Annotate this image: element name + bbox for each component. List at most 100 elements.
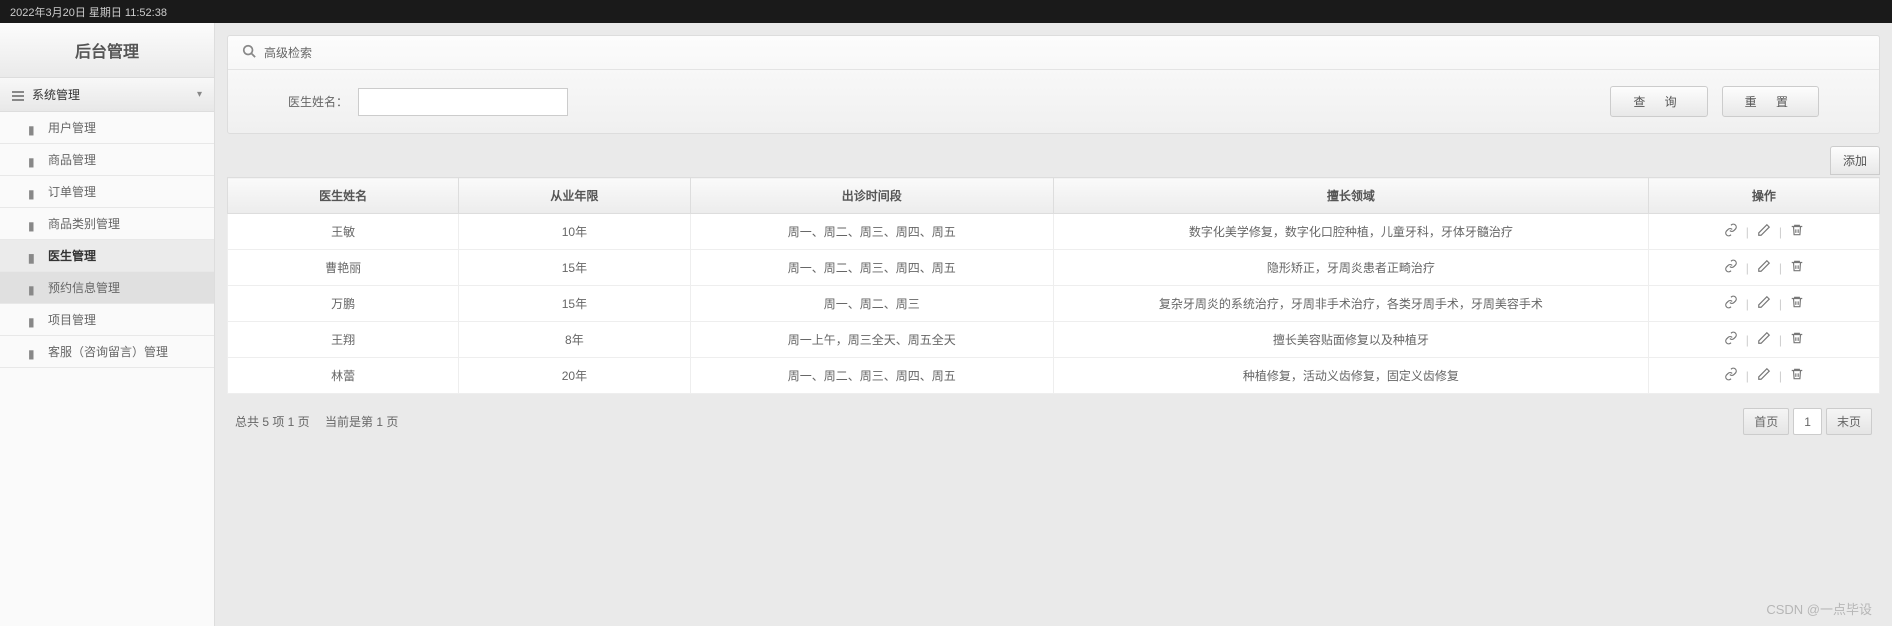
- briefcase-icon: ▮: [28, 283, 40, 293]
- cell-years: 8年: [459, 322, 690, 358]
- submenu: ▮用户管理 ▮商品管理 ▮订单管理 ▮商品类别管理 ▮医生管理 ▮预约信息管理 …: [0, 112, 214, 368]
- divider: |: [1746, 261, 1749, 275]
- divider: |: [1779, 297, 1782, 311]
- table-row: 万鹏 15年 周一、周二、周三 复杂牙周炎的系统治疗，牙周非手术治疗，各类牙周手…: [228, 286, 1880, 322]
- list-icon: [12, 90, 24, 100]
- sidebar-title: 后台管理: [0, 23, 214, 78]
- cell-specialty: 数字化美学修复，数字化口腔种植，儿童牙科，牙体牙髓治疗: [1053, 214, 1648, 250]
- search-icon: [242, 44, 256, 61]
- sidebar-item-label: 项目管理: [48, 311, 96, 328]
- search-buttons: 查 询 重 置: [1610, 86, 1819, 117]
- table-row: 林蕾 20年 周一、周二、周三、周四、周五 种植修复，活动义齿修复，固定义齿修复…: [228, 358, 1880, 394]
- delete-icon[interactable]: [1786, 259, 1808, 276]
- col-years: 从业年限: [459, 178, 690, 214]
- col-actions: 操作: [1648, 178, 1879, 214]
- sidebar-item-orders[interactable]: ▮ 订单管理: [0, 176, 214, 208]
- edit-icon[interactable]: [1753, 367, 1775, 384]
- briefcase-icon: ▮: [28, 187, 40, 197]
- divider: |: [1779, 369, 1782, 383]
- divider: |: [1746, 369, 1749, 383]
- briefcase-icon: ▮: [28, 315, 40, 325]
- divider: |: [1746, 333, 1749, 347]
- top-bar: 2022年3月20日 星期日 11:52:38: [0, 0, 1892, 23]
- first-page-button[interactable]: 首页: [1743, 408, 1789, 435]
- briefcase-icon: ▮: [28, 123, 40, 133]
- link-icon[interactable]: [1720, 259, 1742, 276]
- sidebar-item-doctors[interactable]: ▮医生管理: [0, 240, 214, 272]
- pager-buttons: 首页 1 末页: [1743, 408, 1872, 435]
- doctors-table: 医生姓名 从业年限 出诊时间段 擅长领域 操作 王敏 10年 周一、周二、周三、…: [227, 177, 1880, 394]
- search-header-label: 高级检索: [264, 44, 312, 61]
- pager-bar: 总共 5 项 1 页 当前是第 1 页 首页 1 末页: [227, 394, 1880, 449]
- cell-name: 林蕾: [228, 358, 459, 394]
- add-button[interactable]: 添加: [1830, 146, 1880, 175]
- cell-years: 15年: [459, 286, 690, 322]
- sidebar-item-users[interactable]: ▮ 用户管理: [0, 112, 214, 144]
- col-specialty: 擅长领域: [1053, 178, 1648, 214]
- sidebar: 后台管理 系统管理 ▾ ▮ 用户管理 ▮ 商品管理 ▮ 订单管理 ▮ 商品类别管理 ▮医…: [0, 23, 215, 626]
- col-schedule: 出诊时间段: [690, 178, 1053, 214]
- last-page-button[interactable]: 末页: [1826, 408, 1872, 435]
- link-icon[interactable]: [1720, 367, 1742, 384]
- cell-actions: | |: [1648, 214, 1879, 250]
- cell-name: 曹艳丽: [228, 250, 459, 286]
- layout: 后台管理 系统管理 ▾ ▮用户管理 ▮商品管理 ▮订单管理 ▮商品类别管理 ▮医…: [0, 23, 1892, 626]
- delete-icon[interactable]: [1786, 367, 1808, 384]
- chevron-down-icon: ▾: [197, 89, 202, 100]
- doctor-name-input[interactable]: [358, 88, 568, 116]
- table-row: 王翔 8年 周一上午，周三全天、周五全天 擅长美容贴面修复以及种植牙 | |: [228, 322, 1880, 358]
- cell-years: 15年: [459, 250, 690, 286]
- edit-icon[interactable]: [1753, 223, 1775, 240]
- briefcase-icon: ▮: [28, 219, 40, 229]
- divider: |: [1779, 261, 1782, 275]
- query-button[interactable]: 查 询: [1610, 86, 1707, 117]
- briefcase-icon: ▮: [28, 155, 40, 165]
- search-header[interactable]: 高级检索: [228, 36, 1879, 70]
- delete-icon[interactable]: [1786, 295, 1808, 312]
- pager-current: 当前是第 1 页: [325, 415, 398, 429]
- table-row: 王敏 10年 周一、周二、周三、周四、周五 数字化美学修复，数字化口腔种植，儿童…: [228, 214, 1880, 250]
- link-icon[interactable]: [1720, 331, 1742, 348]
- pager-info: 总共 5 项 1 页 当前是第 1 页: [235, 413, 398, 430]
- divider: |: [1746, 225, 1749, 239]
- cell-actions: | |: [1648, 286, 1879, 322]
- divider: |: [1779, 333, 1782, 347]
- search-body: 医生姓名： 查 询 重 置: [228, 70, 1879, 133]
- reset-button[interactable]: 重 置: [1722, 86, 1819, 117]
- sidebar-item-appointments[interactable]: ▮ 预约信息管理: [0, 272, 214, 304]
- sidebar-item-products[interactable]: ▮ 商品管理: [0, 144, 214, 176]
- page-1-button[interactable]: 1: [1793, 408, 1822, 435]
- col-name: 医生姓名: [228, 178, 459, 214]
- edit-icon[interactable]: [1753, 259, 1775, 276]
- sidebar-item-categories[interactable]: ▮ 商品类别管理: [0, 208, 214, 240]
- cell-actions: | |: [1648, 250, 1879, 286]
- cell-name: 王翔: [228, 322, 459, 358]
- sidebar-item-label: 用户管理: [48, 119, 96, 136]
- briefcase-icon: ▮: [28, 347, 40, 357]
- sidebar-item-projects[interactable]: ▮ 项目管理: [0, 304, 214, 336]
- cell-schedule: 周一、周二、周三、周四、周五: [690, 358, 1053, 394]
- link-icon[interactable]: [1720, 295, 1742, 312]
- briefcase-icon: ▮: [28, 251, 40, 261]
- edit-icon[interactable]: [1753, 295, 1775, 312]
- delete-icon[interactable]: [1786, 331, 1808, 348]
- cell-specialty: 种植修复，活动义齿修复，固定义齿修复: [1053, 358, 1648, 394]
- divider: |: [1746, 297, 1749, 311]
- delete-icon[interactable]: [1786, 223, 1808, 240]
- pager-total: 总共 5 项 1 页: [235, 415, 310, 429]
- cell-specialty: 擅长美容贴面修复以及种植牙: [1053, 322, 1648, 358]
- sidebar-item-label: 订单管理: [48, 183, 96, 200]
- link-icon[interactable]: [1720, 223, 1742, 240]
- sidebar-item-service[interactable]: ▮ 客服（咨询留言）管理: [0, 336, 214, 368]
- sidebar-item-label: 预约信息管理: [48, 279, 120, 296]
- cell-years: 20年: [459, 358, 690, 394]
- edit-icon[interactable]: [1753, 331, 1775, 348]
- divider: |: [1779, 225, 1782, 239]
- menu-group-system[interactable]: 系统管理 ▾: [0, 78, 214, 112]
- menu-group-label: 系统管理: [32, 86, 80, 103]
- cell-specialty: 隐形矫正，牙周炎患者正畸治疗: [1053, 250, 1648, 286]
- cell-schedule: 周一、周二、周三、周四、周五: [690, 214, 1053, 250]
- sidebar-item-label: 商品管理: [48, 151, 96, 168]
- sidebar-item-label: 商品类别管理: [48, 215, 120, 232]
- sidebar-item-label: 客服（咨询留言）管理: [48, 343, 168, 360]
